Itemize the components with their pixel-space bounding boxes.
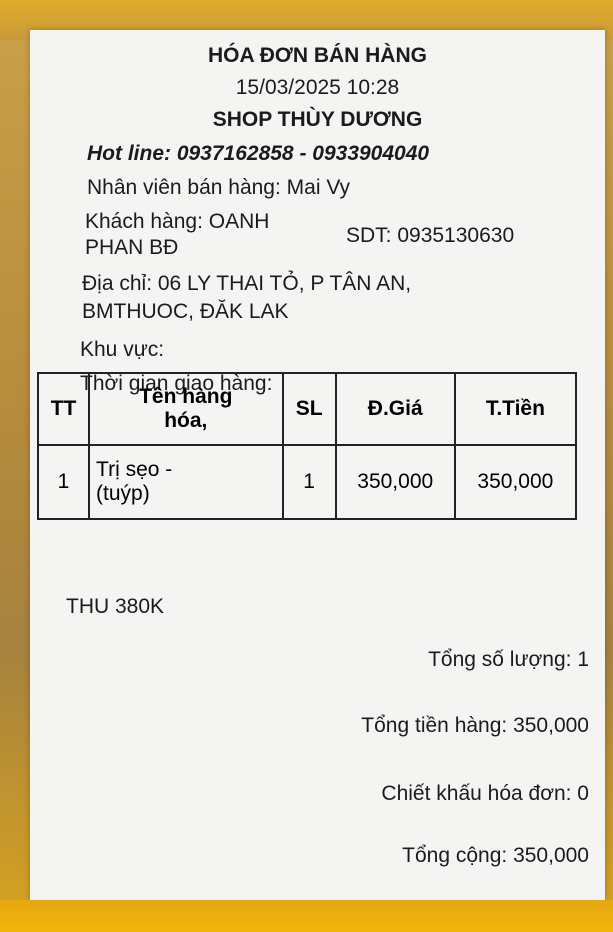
- header-product-name-line2: hóa,: [164, 409, 208, 432]
- header-product-name-line1: Tên hàng: [139, 385, 233, 408]
- shop-name: SHOP THÙY DƯƠNG: [212, 108, 423, 131]
- table-row: 1 Trị sẹo - (tuýp) 1 350,000 350,000: [36, 444, 578, 520]
- address-line1: Địa chỉ: 06 LY THAI TỎ, P TÂN AN,: [82, 272, 412, 295]
- header-quantity: SL: [281, 372, 337, 446]
- goods-total: Tổng tiền hàng: 350,000: [361, 714, 589, 737]
- header-line-total: T.Tiền: [453, 372, 578, 446]
- invoice-discount: Chiết khấu hóa đơn: 0: [381, 782, 589, 805]
- receipt-datetime: 15/03/2025 10:28: [235, 76, 400, 99]
- row-product-name-line2: (tuýp): [96, 482, 150, 505]
- hotline: Hot line: 0937162858 - 0933904040: [87, 142, 430, 165]
- row-unit-price: 350,000: [334, 444, 456, 520]
- receipt-title: HÓA ĐƠN BÁN HÀNG: [208, 44, 427, 67]
- customer-name-line2: PHAN BĐ: [85, 236, 179, 259]
- row-product-name-line1: Trị sẹo -: [96, 458, 173, 481]
- items-table-header-row: TT Tên hàng hóa, SL Đ.Giá T.Tiền: [36, 372, 578, 446]
- header-unit-price: Đ.Giá: [334, 372, 456, 446]
- address-line2: BMTHUOC, ĐĂK LAK: [82, 300, 289, 323]
- items-table: TT Tên hàng hóa, SL Đ.Giá T.Tiền 1 Trị s…: [36, 372, 578, 520]
- packing-tape-bottom: [0, 900, 613, 932]
- customer-name-line1: Khách hàng: OANH: [85, 210, 270, 233]
- header-product-name: Tên hàng hóa,: [88, 372, 284, 446]
- row-line-total: 350,000: [453, 444, 578, 520]
- row-product-name: Trị sẹo - (tuýp): [88, 444, 284, 520]
- total-quantity: Tổng số lượng: 1: [428, 648, 589, 671]
- payment-note: THU 380K: [66, 595, 165, 618]
- row-tt: 1: [36, 444, 91, 520]
- area-label: Khu vực:: [80, 338, 165, 361]
- customer-phone: SDT: 0935130630: [346, 224, 515, 247]
- staff-name: Nhân viên bán hàng: Mai Vy: [87, 176, 351, 199]
- grand-total: Tổng cộng: 350,000: [402, 844, 589, 867]
- row-quantity: 1: [281, 444, 337, 520]
- header-tt: TT: [36, 372, 91, 446]
